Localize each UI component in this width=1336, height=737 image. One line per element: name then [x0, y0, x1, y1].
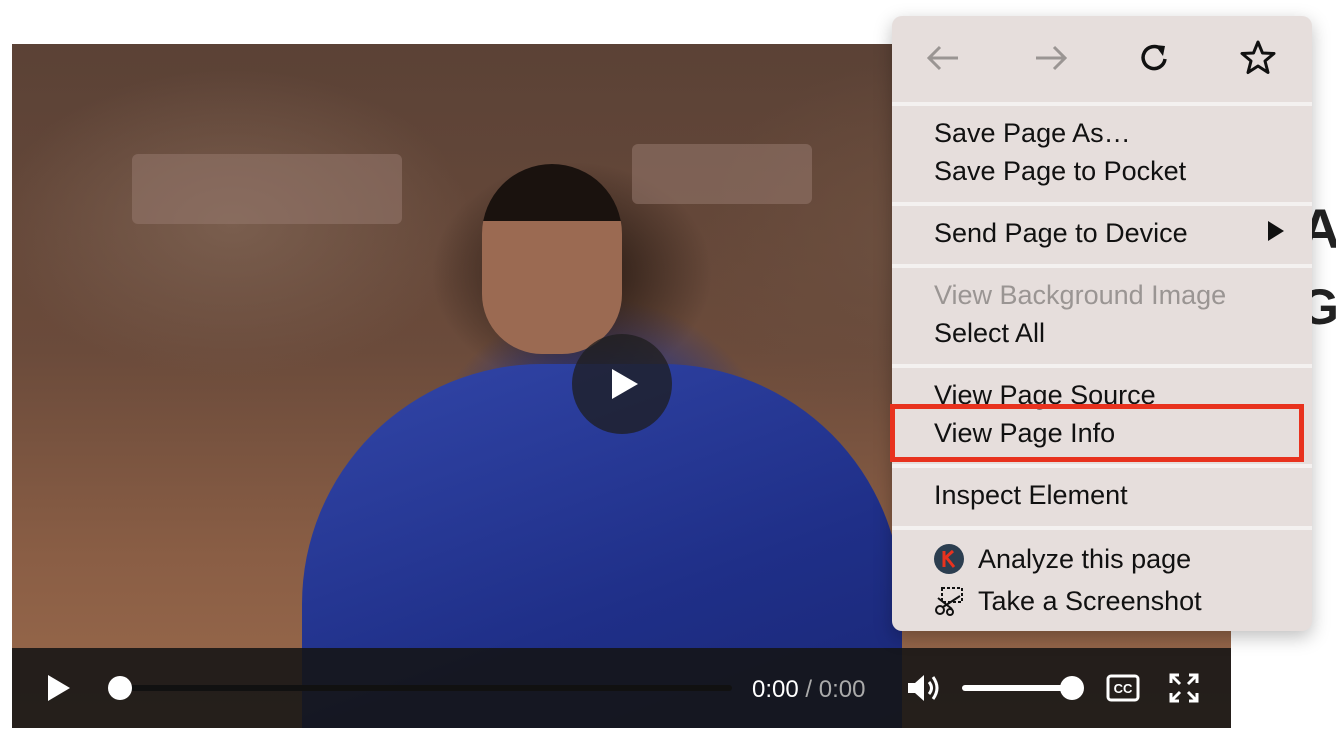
menu-item-analyze-page[interactable]: Analyze this page	[978, 544, 1191, 575]
time-display: 0:00 / 0:00	[752, 676, 865, 704]
menu-separator	[892, 526, 1312, 530]
current-time: 0:00	[752, 676, 799, 703]
reload-icon[interactable]	[1134, 38, 1174, 78]
video-frame-head	[482, 164, 622, 354]
background-chair	[132, 154, 402, 224]
play-icon	[48, 675, 70, 701]
menu-item-save-page-as[interactable]: Save Page As…	[934, 118, 1131, 149]
big-play-button[interactable]	[572, 334, 672, 434]
duration: 0:00	[818, 676, 866, 703]
arrow-left-icon[interactable]	[924, 38, 964, 78]
time-separator: /	[798, 676, 819, 703]
star-icon[interactable]	[1238, 38, 1278, 78]
play-icon	[612, 369, 638, 399]
closed-captions-icon[interactable]: CC	[1106, 674, 1140, 702]
menu-separator	[892, 202, 1312, 206]
menu-item-send-to-device[interactable]: Send Page to Device	[934, 218, 1188, 249]
video-controls-bar: 0:00 / 0:00 CC	[12, 648, 1231, 728]
screenshot-scissors-icon	[935, 587, 963, 616]
background-chair	[632, 144, 812, 204]
menu-item-select-all[interactable]: Select All	[934, 318, 1045, 349]
menu-item-inspect-element[interactable]: Inspect Element	[934, 480, 1128, 511]
volume-icon[interactable]	[906, 672, 942, 704]
context-menu: Save Page As… Save Page to Pocket Send P…	[892, 16, 1312, 631]
menu-item-save-to-pocket[interactable]: Save Page to Pocket	[934, 156, 1186, 187]
analyze-extension-icon	[934, 544, 964, 574]
menu-separator	[892, 464, 1312, 468]
highlight-box	[890, 404, 1304, 462]
menu-separator	[892, 264, 1312, 268]
fullscreen-icon[interactable]	[1168, 672, 1200, 704]
context-nav-row	[892, 16, 1312, 102]
progress-knob[interactable]	[108, 676, 132, 700]
volume-knob[interactable]	[1060, 676, 1084, 700]
menu-item-take-screenshot[interactable]: Take a Screenshot	[978, 586, 1202, 617]
submenu-arrow-icon	[1268, 221, 1284, 241]
arrow-right-icon[interactable]	[1030, 38, 1070, 78]
play-button[interactable]	[42, 673, 76, 707]
menu-separator	[892, 102, 1312, 106]
svg-text:CC: CC	[1114, 681, 1133, 696]
volume-slider[interactable]	[962, 676, 1084, 700]
progress-slider[interactable]	[108, 676, 732, 700]
menu-item-view-background-image: View Background Image	[934, 280, 1227, 310]
menu-separator	[892, 364, 1312, 368]
